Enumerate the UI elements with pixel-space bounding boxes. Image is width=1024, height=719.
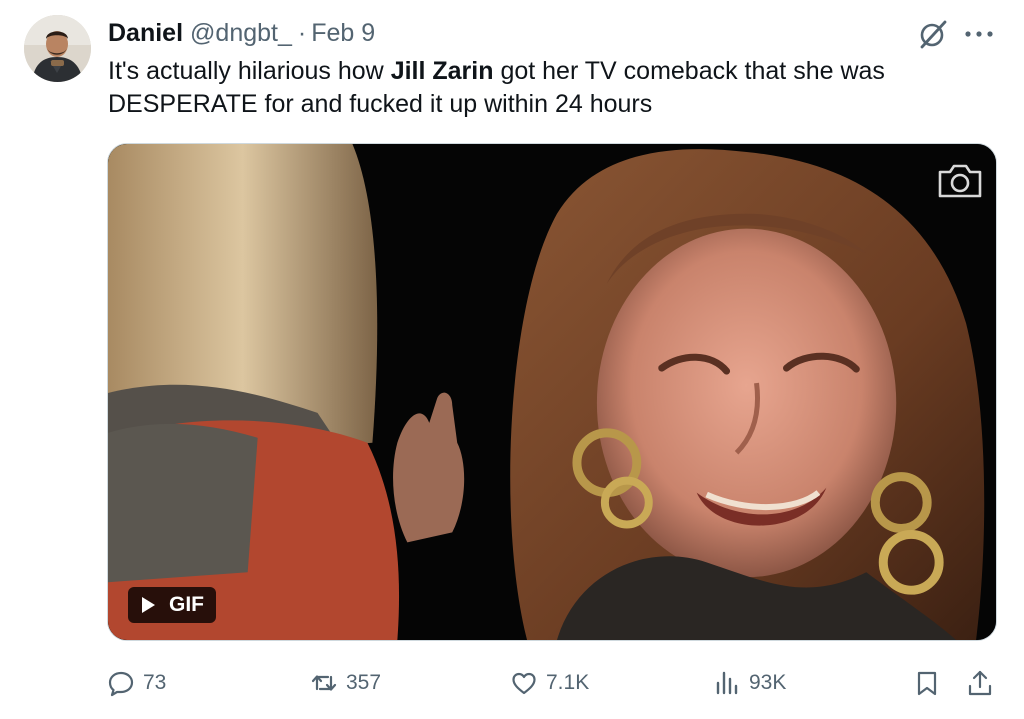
share-button[interactable]: [966, 665, 994, 701]
retweet-icon: [311, 675, 337, 691]
mentioned-name: Jill Zarin: [390, 57, 494, 85]
tweet-text: It's actually hilarious how Jill Zarin g…: [108, 55, 988, 121]
author-handle[interactable]: @dngbt_: [190, 19, 292, 48]
views-button[interactable]: 93K: [713, 665, 786, 701]
more-icon[interactable]: [963, 26, 995, 42]
tweet-text-start: It's actually hilarious how: [108, 57, 391, 85]
reply-count: 73: [143, 671, 167, 694]
gif-media[interactable]: GIF: [107, 143, 997, 641]
retweet-button[interactable]: 357: [310, 665, 381, 701]
share-icon: [968, 670, 992, 696]
like-button[interactable]: 7.1K: [510, 665, 589, 701]
retweet-count: 357: [346, 671, 382, 694]
bookmark-icon: [917, 671, 937, 696]
camera-icon[interactable]: [936, 162, 984, 200]
avatar[interactable]: [24, 15, 91, 82]
views-icon: [716, 671, 738, 695]
play-icon: [142, 597, 155, 613]
tweet-header: Daniel @dngbt_ · Feb 9: [108, 16, 375, 50]
bookmark-button[interactable]: [913, 665, 941, 701]
view-count: 93K: [749, 671, 787, 694]
separator: ·: [297, 18, 307, 47]
heart-icon: [512, 672, 536, 695]
gif-label: GIF: [169, 593, 204, 616]
reply-icon: [108, 671, 134, 697]
tweet: Daniel @dngbt_ · Feb 9 It's actually hil…: [0, 0, 1024, 719]
gif-badge[interactable]: GIF: [128, 587, 216, 623]
grok-icon[interactable]: [917, 18, 949, 50]
reply-button[interactable]: 73: [107, 665, 166, 701]
gif-image: [108, 144, 996, 640]
author-name[interactable]: Daniel: [108, 19, 183, 48]
like-count: 7.1K: [546, 671, 590, 694]
post-date[interactable]: Feb 9: [311, 19, 375, 48]
